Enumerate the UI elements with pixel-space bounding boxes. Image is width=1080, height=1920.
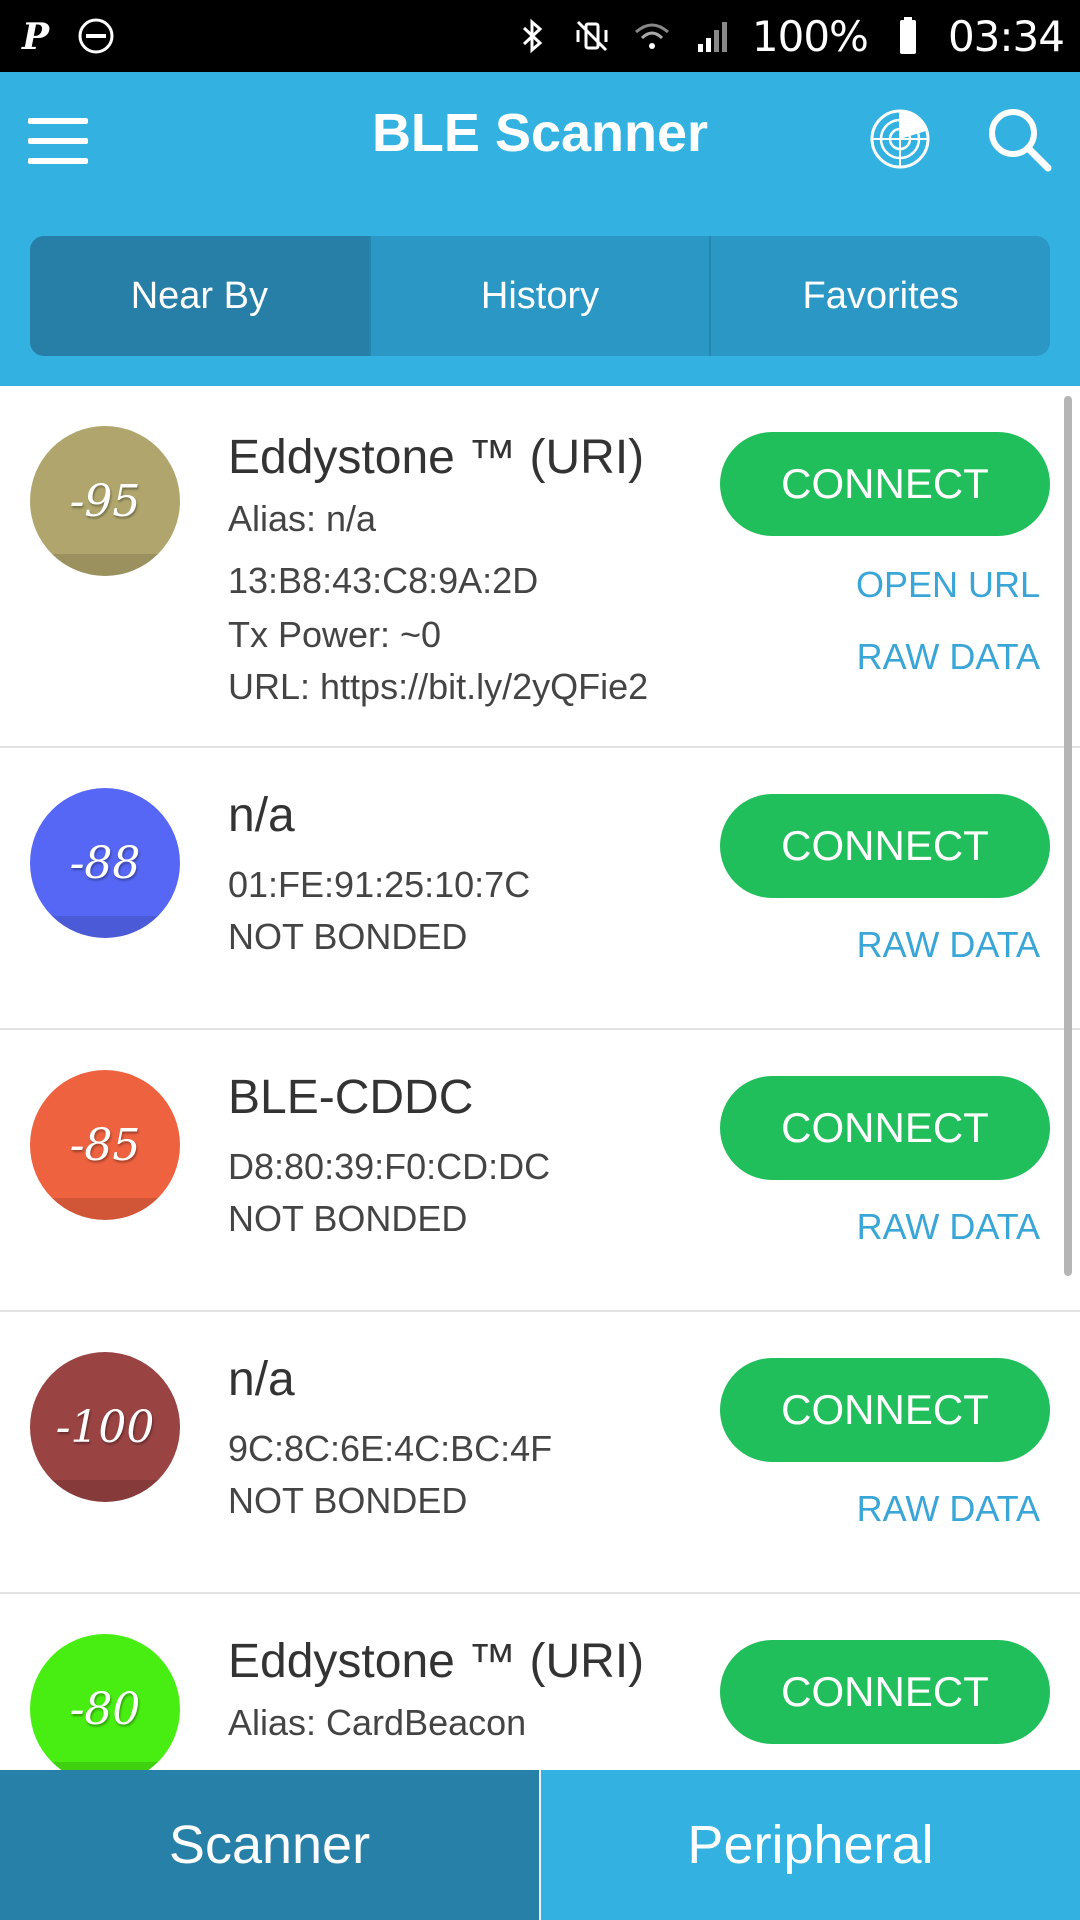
connect-button[interactable]: CONNECT — [720, 1640, 1050, 1744]
device-url: URL: https://bit.ly/2yQFie2 — [228, 666, 649, 707]
device-mac: 9C:8C:6E:4C:BC:4F — [228, 1428, 553, 1469]
tab-near-by[interactable]: Near By — [30, 236, 369, 356]
device-mac: 01:FE:91:25:10:7C — [228, 864, 531, 905]
raw-data-button[interactable]: RAW DATA — [857, 924, 1040, 966]
connect-button[interactable]: CONNECT — [720, 1076, 1050, 1180]
status-bar: P 100% 03:34 — [0, 0, 1080, 72]
device-alias: Alias: CardBeacon — [228, 1702, 527, 1743]
search-icon[interactable] — [986, 106, 1052, 172]
status-right: 100% 03:34 — [512, 11, 1065, 61]
device-tx-power: Tx Power: ~0 — [228, 614, 442, 655]
signal-icon — [692, 16, 732, 56]
tab-favorites[interactable]: Favorites — [709, 236, 1050, 356]
device-list[interactable]: -95 Eddystone ™ (URI) Alias: n/a 13:B8:4… — [0, 386, 1080, 1770]
device-name: BLE-CDDC — [228, 1071, 474, 1124]
vibrate-mute-icon — [572, 16, 612, 56]
open-url-button[interactable]: OPEN URL — [856, 564, 1040, 606]
device-row: -85 BLE-CDDC D8:80:39:F0:CD:DC NOT BONDE… — [0, 1030, 1080, 1312]
pinterest-notification-icon: P — [16, 16, 56, 58]
bluetooth-icon — [512, 16, 552, 56]
do-not-disturb-icon — [76, 16, 116, 56]
status-left: P — [16, 16, 116, 58]
rssi-value: -88 — [69, 837, 141, 889]
bottom-tab-peripheral[interactable]: Peripheral — [539, 1770, 1080, 1920]
rssi-value: -85 — [69, 1119, 141, 1171]
rssi-badge: -85 — [30, 1070, 180, 1220]
battery-percent: 100% — [751, 11, 869, 61]
device-name: n/a — [228, 789, 295, 842]
app-bar: BLE Scanner Near By History Favorites — [0, 72, 1080, 386]
wifi-icon — [632, 16, 672, 56]
raw-data-button[interactable]: RAW DATA — [857, 636, 1040, 678]
rssi-badge: -88 — [30, 788, 180, 938]
device-row: -100 n/a 9C:8C:6E:4C:BC:4F NOT BONDED CO… — [0, 1312, 1080, 1594]
raw-data-button[interactable]: RAW DATA — [857, 1488, 1040, 1530]
raw-data-button[interactable]: RAW DATA — [857, 1206, 1040, 1248]
rssi-badge: -80 — [30, 1634, 180, 1770]
svg-text:P: P — [21, 16, 50, 56]
device-mac: D8:80:39:F0:CD:DC — [228, 1146, 551, 1187]
device-row: -80 Eddystone ™ (URI) Alias: CardBeacon … — [0, 1594, 1080, 1770]
scrollbar[interactable] — [1064, 396, 1072, 1276]
rssi-value: -100 — [55, 1401, 155, 1453]
device-name: Eddystone ™ (URI) — [228, 431, 645, 484]
battery-icon — [888, 16, 928, 56]
connect-button[interactable]: CONNECT — [720, 1358, 1050, 1462]
connect-button[interactable]: CONNECT — [720, 432, 1050, 536]
device-name: n/a — [228, 1353, 295, 1406]
rssi-badge: -100 — [30, 1352, 180, 1502]
device-row: -95 Eddystone ™ (URI) Alias: n/a 13:B8:4… — [0, 386, 1080, 748]
rssi-value: -80 — [69, 1683, 141, 1735]
device-name: Eddystone ™ (URI) — [228, 1635, 645, 1688]
tab-history[interactable]: History — [368, 236, 710, 356]
segment-tabs: Near By History Favorites — [30, 236, 1050, 356]
device-bond-status: NOT BONDED — [228, 1480, 468, 1521]
radar-icon[interactable] — [868, 107, 932, 171]
device-alias: Alias: n/a — [228, 498, 377, 539]
bottom-nav: Scanner Peripheral — [0, 1770, 1080, 1920]
rssi-value: -95 — [69, 475, 141, 527]
device-bond-status: NOT BONDED — [228, 916, 468, 957]
device-row: -88 n/a 01:FE:91:25:10:7C NOT BONDED CON… — [0, 748, 1080, 1030]
rssi-badge: -95 — [30, 426, 180, 576]
clock: 03:34 — [947, 11, 1065, 61]
connect-button[interactable]: CONNECT — [720, 794, 1050, 898]
bottom-tab-scanner[interactable]: Scanner — [0, 1770, 539, 1920]
device-bond-status: NOT BONDED — [228, 1198, 468, 1239]
device-mac: 13:B8:43:C8:9A:2D — [228, 560, 539, 601]
